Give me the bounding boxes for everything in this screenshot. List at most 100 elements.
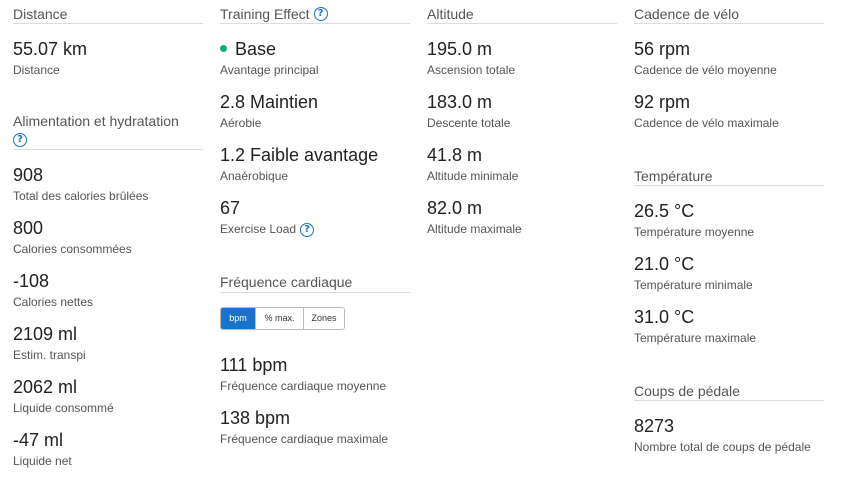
stat-distance: 55.07 km Distance [13, 38, 203, 77]
column-1: Distance 55.07 km Distance Alimentation … [13, 0, 203, 468]
stat-label: Estim. transpi [13, 348, 86, 363]
stat-fluid-consumed: 2062 ml Liquide consommé [13, 376, 203, 415]
stat-primary-benefit: Base Avantage principal [220, 38, 410, 77]
column-3: Altitude 195.0 m Ascension totale 183.0 … [427, 0, 617, 236]
column-4: Cadence de vélo 56 rpm Cadence de vélo m… [634, 0, 824, 454]
stat-label: Exercise Load? [220, 222, 410, 237]
stat-value: Base [220, 38, 410, 60]
stat-label: Cadence de vélo moyenne [634, 63, 777, 77]
stat-hr-average: 111 bpm Fréquence cardiaque moyenne [220, 354, 410, 393]
stat-net-calories: -108 Calories nettes [13, 270, 203, 309]
pedal-strokes-section: Coups de pédale 8273 Nombre total de cou… [634, 377, 824, 454]
temperature-section: Température 26.5 °C Température moyenne … [634, 162, 824, 345]
stat-label: Total des calories brûlées [13, 189, 149, 204]
altitude-section: Altitude 195.0 m Ascension totale 183.0 … [427, 0, 617, 236]
help-icon[interactable]: ? [300, 222, 315, 237]
stat-label: Liquide net [13, 454, 72, 469]
stat-label: Aérobie [220, 116, 262, 130]
stat-net-fluid: -47 ml Liquide net [13, 429, 203, 468]
stat-label: Ascension totale [427, 63, 516, 77]
status-dot-icon [220, 44, 227, 52]
nutrition-title-text: Alimentation et hydratation [13, 113, 179, 129]
stat-value: -108 [13, 271, 50, 292]
stat-value: 195.0 m [427, 39, 493, 59]
stat-label: Fréquence cardiaque maximale [220, 431, 389, 446]
stat-label: Distance [13, 63, 60, 77]
stat-value: 41.8 m [427, 145, 483, 165]
altitude-title: Altitude [427, 0, 617, 24]
stat-label: Cadence de vélo maximale [634, 116, 779, 130]
column-2: Training Effect ? Base Avantage principa… [220, 0, 410, 446]
stat-value: 1.2 Faible avantage [220, 145, 379, 165]
heart-rate-section: Fréquence cardiaque bpm % max. Zones 111… [220, 269, 410, 446]
training-title-text: Training Effect [220, 5, 310, 22]
stat-label: Calories nettes [13, 295, 94, 310]
tab-percent-max[interactable]: % max. [256, 307, 304, 329]
stat-max-cadence: 92 rpm Cadence de vélo maximale [634, 91, 824, 130]
stat-value: 55.07 km [13, 39, 88, 59]
stat-label: Nombre total de coups de pédale [634, 440, 811, 454]
stat-total-descent: 183.0 m Descente totale [427, 91, 617, 130]
stat-value: -47 ml [13, 430, 64, 451]
nutrition-title: Alimentation et hydratation ? [13, 109, 203, 151]
stat-label: Liquide consommé [13, 401, 114, 416]
stat-hr-max: 138 bpm Fréquence cardiaque maximale [220, 407, 410, 446]
stat-value: 2.8 Maintien [220, 92, 319, 112]
training-title: Training Effect ? [220, 0, 410, 24]
distance-section: Distance 55.07 km Distance [13, 0, 203, 77]
stat-label: Altitude minimale [427, 169, 519, 183]
stat-label: Descente totale [427, 116, 511, 130]
stat-exercise-load: 67 Exercise Load? [220, 197, 410, 237]
stat-min-temp: 21.0 °C Température minimale [634, 253, 824, 292]
stat-value: 67 [220, 198, 241, 218]
pedal-strokes-title: Coups de pédale [634, 377, 824, 401]
stat-label: Avantage principal [220, 63, 319, 77]
stat-calories-consumed: 800 Calories consommées [13, 217, 203, 256]
heart-rate-title: Fréquence cardiaque [220, 269, 410, 293]
help-icon[interactable]: ? [313, 6, 328, 21]
stat-total-strokes: 8273 Nombre total de coups de pédale [634, 415, 824, 454]
stat-value: 31.0 °C [634, 307, 695, 327]
load-label-text: Exercise Load [220, 222, 297, 236]
stat-value: 2109 ml [13, 324, 78, 345]
nutrition-section: Alimentation et hydratation ? 908 Total … [13, 109, 203, 468]
primary-value-text: Base [235, 39, 277, 59]
stat-max-altitude: 82.0 m Altitude maximale [427, 197, 617, 236]
stat-label: Température minimale [634, 278, 753, 292]
stat-value: 82.0 m [427, 198, 483, 218]
help-icon[interactable]: ? [13, 133, 27, 148]
stat-value: 908 [13, 165, 44, 186]
stat-sweat-estimate: 2109 ml Estim. transpi [13, 323, 203, 362]
stat-max-temp: 31.0 °C Température maximale [634, 306, 824, 345]
stat-value: 800 [13, 218, 44, 239]
stat-value: 111 bpm [220, 354, 288, 375]
stat-label: Température moyenne [634, 225, 755, 239]
stat-value: 8273 [634, 416, 675, 436]
stat-anaerobic: 1.2 Faible avantage Anaérobique [220, 144, 410, 183]
stat-total-calories: 908 Total des calories brûlées [13, 164, 203, 203]
stat-value: 138 bpm [220, 407, 291, 428]
stat-aerobic: 2.8 Maintien Aérobie [220, 91, 410, 130]
stat-value: 21.0 °C [634, 254, 695, 274]
stat-min-altitude: 41.8 m Altitude minimale [427, 144, 617, 183]
stat-label: Calories consommées [13, 242, 132, 257]
stat-total-ascent: 195.0 m Ascension totale [427, 38, 617, 77]
stat-label: Fréquence cardiaque moyenne [220, 378, 387, 393]
stat-label: Température maximale [634, 331, 757, 345]
tab-bpm[interactable]: bpm [221, 307, 256, 329]
stat-value: 92 rpm [634, 92, 691, 112]
training-section: Training Effect ? Base Avantage principa… [220, 0, 410, 237]
distance-title: Distance [13, 0, 203, 24]
temperature-title: Température [634, 162, 824, 186]
cadence-section: Cadence de vélo 56 rpm Cadence de vélo m… [634, 0, 824, 130]
stat-label: Altitude maximale [427, 222, 522, 236]
tab-zones[interactable]: Zones [304, 308, 344, 329]
stat-value: 56 rpm [634, 39, 691, 59]
stat-avg-cadence: 56 rpm Cadence de vélo moyenne [634, 38, 824, 77]
stat-value: 2062 ml [13, 377, 78, 398]
stat-label: Anaérobique [220, 169, 289, 183]
stat-value: 26.5 °C [634, 201, 695, 221]
heart-rate-unit-toggle: bpm % max. Zones [220, 306, 345, 330]
stat-avg-temp: 26.5 °C Température moyenne [634, 200, 824, 239]
stat-value: 183.0 m [427, 92, 493, 112]
